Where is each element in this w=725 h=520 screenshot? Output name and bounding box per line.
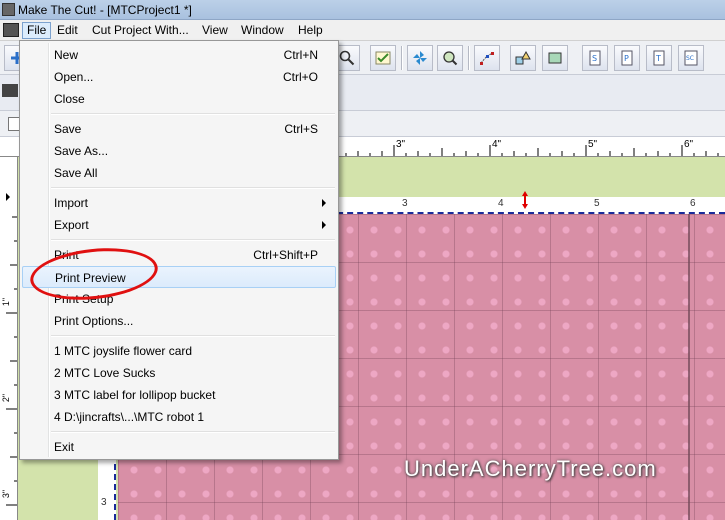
blade-position-marker-icon[interactable] — [522, 191, 528, 209]
ruler-label: 2" — [1, 393, 12, 403]
menu-item-save[interactable]: Save Ctrl+S — [22, 118, 336, 140]
menu-file[interactable]: File — [22, 22, 52, 39]
menu-item-label: 1 MTC joyslife flower card — [54, 344, 193, 358]
menu-item-label: 3 MTC label for lollipop bucket — [54, 388, 216, 402]
svg-text:T: T — [655, 54, 661, 63]
menu-item-export[interactable]: Export — [22, 214, 336, 236]
menu-item-label: New — [54, 48, 79, 62]
toolbar-separator — [468, 46, 470, 70]
checkmark-tool-button[interactable] — [370, 45, 396, 71]
menu-item-recent-file[interactable]: 4 D:\jincrafts\...\MTC robot 1 — [22, 406, 336, 428]
menu-item-label: Open... — [54, 70, 94, 84]
menu-item-recent-file[interactable]: 1 MTC joyslife flower card — [22, 340, 336, 362]
svg-text:SC: SC — [686, 55, 694, 62]
submenu-arrow-icon — [322, 221, 326, 229]
menu-item-label: Exit — [54, 440, 75, 454]
menu-item-label: Save All — [54, 166, 98, 180]
magnifier-icon — [339, 50, 355, 66]
menu-item-label: Print Options... — [54, 314, 134, 328]
script-p-button[interactable]: P — [614, 45, 640, 71]
nodes-icon — [480, 52, 494, 65]
svg-text:S: S — [592, 54, 597, 63]
menu-item-label: Save As... — [54, 144, 109, 158]
menu-item-save-as[interactable]: Save As... — [22, 140, 336, 162]
weld-tool-button[interactable] — [407, 45, 433, 71]
app-icon — [2, 3, 15, 16]
zoom-fit-button[interactable] — [437, 45, 463, 71]
mat-number: 3 — [402, 198, 408, 209]
mat-number: 4 — [498, 198, 504, 209]
menu-item-shortcut: Ctrl+S — [284, 122, 318, 136]
menu-item-shortcut: Ctrl+N — [283, 48, 318, 62]
title-bar: Make The Cut! - [MTCProject1 *] — [0, 0, 725, 20]
ruler-ticks — [6, 193, 17, 506]
menu-window[interactable]: Window — [236, 22, 289, 39]
menu-edit[interactable]: Edit — [52, 22, 83, 39]
shadow-layer-button[interactable] — [542, 45, 568, 71]
menu-item-shortcut: Ctrl+Shift+P — [253, 248, 318, 262]
menu-separator — [51, 335, 335, 337]
menu-separator — [51, 431, 335, 433]
menu-item-recent-file[interactable]: 3 MTC label for lollipop bucket — [22, 384, 336, 406]
mat-number: 6 — [690, 198, 696, 209]
shapes-button[interactable] — [510, 45, 536, 71]
vertical-ruler: 1" 2" 3" — [0, 157, 18, 520]
menu-item-open[interactable]: Open... Ctrl+O — [22, 66, 336, 88]
node-edit-button[interactable] — [474, 45, 500, 71]
document-t-icon: T — [653, 50, 665, 66]
menu-item-new[interactable]: New Ctrl+N — [22, 44, 336, 66]
submenu-arrow-icon — [322, 199, 326, 207]
mtc-logo-icon — [3, 23, 19, 37]
checkmark-icon — [375, 51, 391, 65]
ruler-label: 4" — [492, 139, 502, 150]
menu-item-recent-file[interactable]: 2 MTC Love Sucks — [22, 362, 336, 384]
script-sc-button[interactable]: SC — [678, 45, 704, 71]
ruler-label: 1" — [1, 297, 12, 307]
menu-item-print-options[interactable]: Print Options... — [22, 310, 336, 332]
ruler-label: 3" — [396, 139, 406, 150]
menu-cut-project-with[interactable]: Cut Project With... — [87, 22, 194, 39]
zoom-fit-icon — [443, 51, 458, 66]
menu-item-label: Save — [54, 122, 82, 136]
svg-text:P: P — [624, 54, 629, 63]
menu-item-exit[interactable]: Exit — [22, 436, 336, 458]
menu-item-label: Export — [54, 218, 89, 232]
menu-view[interactable]: View — [197, 22, 233, 39]
document-p-icon: P — [621, 50, 633, 66]
watermark: UnderACherryTree.com — [404, 456, 657, 481]
shapes-icon — [515, 50, 531, 65]
menu-item-label: Import — [54, 196, 89, 210]
file-menu-dropdown: New Ctrl+N Open... Ctrl+O Close Save Ctr… — [19, 40, 339, 460]
menu-separator — [51, 113, 335, 115]
menu-separator — [51, 239, 335, 241]
menu-item-import[interactable]: Import — [22, 192, 336, 214]
menu-item-shortcut: Ctrl+O — [282, 70, 318, 84]
menu-separator — [51, 187, 335, 189]
menu-item-label: 4 D:\jincrafts\...\MTC robot 1 — [54, 410, 205, 424]
menu-bar: File Edit Cut Project With... View Windo… — [0, 20, 725, 41]
menu-item-label: Close — [54, 92, 85, 106]
script-s-button[interactable]: S — [582, 45, 608, 71]
ruler-label: 6" — [684, 139, 694, 150]
menu-item-label: 2 MTC Love Sucks — [54, 366, 156, 380]
mat-number: 3 — [101, 497, 107, 508]
toolbar-separator — [401, 46, 403, 70]
ruler-label: 5" — [588, 139, 598, 150]
mat-number: 5 — [594, 198, 600, 209]
menu-item-save-all[interactable]: Save All — [22, 162, 336, 184]
pinwheel-icon — [413, 51, 427, 65]
paper-edge-line — [688, 214, 690, 520]
document-s-icon: S — [589, 50, 601, 66]
menu-item-close[interactable]: Close — [22, 88, 336, 110]
menu-help[interactable]: Help — [293, 22, 328, 39]
script-t-button[interactable]: T — [646, 45, 672, 71]
document-sc-icon: SC — [684, 50, 698, 66]
rectangle-icon — [548, 52, 562, 64]
ruler-label: 3" — [1, 489, 12, 499]
window-title: Make The Cut! - [MTCProject1 *] — [18, 3, 192, 17]
mtc-small-icon — [2, 84, 18, 97]
